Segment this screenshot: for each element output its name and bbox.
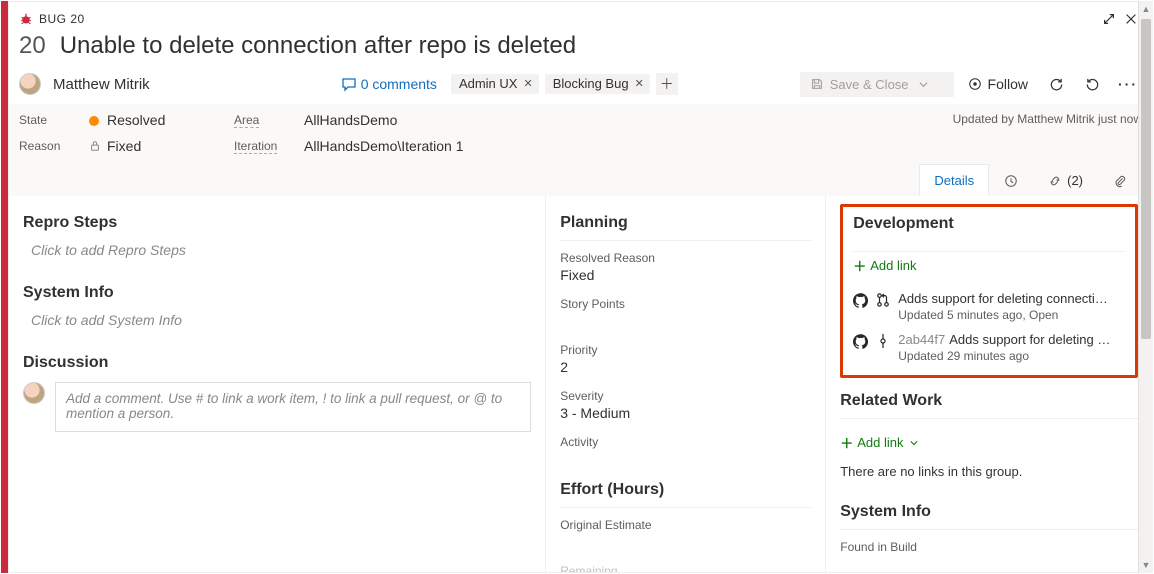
right-column: Development ＋Add link Adds support for d… xyxy=(826,196,1152,572)
commit-icon xyxy=(876,334,890,348)
work-item-id: 20 xyxy=(19,32,46,60)
development-title: Development xyxy=(853,215,1125,241)
sysinfo-right-title: System Info xyxy=(840,503,1138,530)
tag-remove-icon[interactable]: ✕ xyxy=(523,77,532,90)
dev-item-sub: Updated 29 minutes ago xyxy=(898,349,1125,363)
github-icon xyxy=(853,334,868,349)
severity-label: Severity xyxy=(560,389,811,403)
link-icon xyxy=(1048,174,1062,188)
system-info-placeholder[interactable]: Click to add System Info xyxy=(31,312,531,328)
tags: Admin UX✕ Blocking Bug✕ ＋ xyxy=(451,73,678,95)
priority-label: Priority xyxy=(560,343,811,357)
iteration-value[interactable]: AllHandsDemo\Iteration 1 xyxy=(304,138,594,154)
save-icon xyxy=(810,77,824,91)
repro-steps-placeholder[interactable]: Click to add Repro Steps xyxy=(31,242,531,258)
comments-indicator[interactable]: 0 comments xyxy=(341,76,437,92)
dev-item-title: Adds support for deleting connecti… xyxy=(898,291,1125,306)
resolved-reason-label: Resolved Reason xyxy=(560,251,811,265)
meta-row: State Resolved Reason Fixed Area AllHand… xyxy=(9,104,1152,154)
repro-steps-title: Repro Steps xyxy=(23,214,531,232)
comments-count-label: 0 comments xyxy=(361,76,437,92)
original-estimate-value[interactable] xyxy=(560,534,811,550)
comment-icon xyxy=(341,76,357,92)
related-add-link-button[interactable]: ＋Add link xyxy=(840,433,917,452)
reason-value[interactable]: Fixed xyxy=(89,138,234,154)
bug-icon xyxy=(19,12,33,26)
scroll-up-arrow[interactable]: ▲ xyxy=(1139,1,1153,17)
dev-item-pr[interactable]: Adds support for deleting connecti… Upda… xyxy=(853,291,1125,322)
discussion-input[interactable]: Add a comment. Use # to link a work item… xyxy=(55,382,531,432)
content-area: Repro Steps Click to add Repro Steps Sys… xyxy=(9,196,1152,572)
refresh-button[interactable] xyxy=(1042,70,1070,98)
scroll-thumb[interactable] xyxy=(1141,19,1151,339)
no-links-text: There are no links in this group. xyxy=(840,464,1138,479)
vertical-scrollbar[interactable]: ▲ ▼ xyxy=(1138,1,1153,573)
tab-details[interactable]: Details xyxy=(919,164,989,196)
state-dot-icon xyxy=(89,116,99,126)
follow-button[interactable]: Follow xyxy=(968,76,1028,92)
reason-label: Reason xyxy=(19,139,89,153)
middle-column: Planning Resolved Reason Fixed Story Poi… xyxy=(546,196,826,572)
activity-label: Activity xyxy=(560,435,811,449)
left-column: Repro Steps Click to add Repro Steps Sys… xyxy=(9,196,546,572)
effort-title: Effort (Hours) xyxy=(560,481,811,508)
add-tag-button[interactable]: ＋ xyxy=(656,73,678,95)
dev-item-title: 2ab44f7Adds support for deleting … xyxy=(898,332,1125,347)
save-close-button[interactable]: Save & Close xyxy=(800,72,954,97)
header-row: BUG 20 xyxy=(9,2,1152,32)
priority-value[interactable]: 2 xyxy=(560,359,811,375)
assignee-name[interactable]: Matthew Mitrik xyxy=(53,76,150,93)
story-points-value[interactable] xyxy=(560,313,811,329)
resolved-reason-value[interactable]: Fixed xyxy=(560,267,811,283)
scroll-down-arrow[interactable]: ▼ xyxy=(1139,557,1153,573)
dev-item-commit[interactable]: 2ab44f7Adds support for deleting … Updat… xyxy=(853,332,1125,363)
chevron-down-icon xyxy=(910,439,918,447)
work-item-type-label: BUG 20 xyxy=(39,12,85,26)
severity-value[interactable]: 3 - Medium xyxy=(560,405,811,421)
revert-button[interactable] xyxy=(1078,70,1106,98)
story-points-label: Story Points xyxy=(560,297,811,311)
pull-request-icon xyxy=(876,293,890,307)
tab-history[interactable] xyxy=(989,164,1033,196)
assignee-avatar[interactable] xyxy=(19,73,41,95)
system-info-title: System Info xyxy=(23,284,531,302)
current-user-avatar xyxy=(23,382,45,404)
dev-add-link-button[interactable]: ＋Add link xyxy=(853,256,916,275)
iteration-label: Iteration xyxy=(234,139,277,154)
area-label: Area xyxy=(234,113,259,128)
work-item-color-bar xyxy=(1,1,8,573)
remaining-label: Remaining xyxy=(560,564,811,572)
tag-remove-icon[interactable]: ✕ xyxy=(635,77,644,90)
state-label: State xyxy=(19,113,89,127)
history-icon xyxy=(1004,174,1018,188)
dev-item-sub: Updated 5 minutes ago, Open xyxy=(898,308,1125,322)
tab-links[interactable]: (2) xyxy=(1033,164,1098,196)
maximize-button[interactable] xyxy=(1098,8,1120,30)
found-in-build-value[interactable] xyxy=(840,556,1138,572)
lock-icon xyxy=(89,140,101,152)
area-value[interactable]: AllHandsDemo xyxy=(304,112,594,128)
discussion-title: Discussion xyxy=(23,354,531,372)
activity-value[interactable] xyxy=(560,451,811,467)
tab-attachments[interactable] xyxy=(1098,164,1142,196)
related-work-title: Related Work xyxy=(840,392,1138,419)
found-in-build-label: Found in Build xyxy=(840,540,1138,554)
tag-admin-ux[interactable]: Admin UX✕ xyxy=(451,74,539,94)
toolbar: Matthew Mitrik 0 comments Admin UX✕ Bloc… xyxy=(9,66,1152,104)
work-item-title[interactable]: Unable to delete connection after repo i… xyxy=(60,32,576,60)
title-row: 20 Unable to delete connection after rep… xyxy=(9,32,1152,66)
chevron-down-icon xyxy=(919,80,928,89)
original-estimate-label: Original Estimate xyxy=(560,518,811,532)
updated-text: Updated by Matthew Mitrik just now xyxy=(953,112,1142,126)
tag-blocking-bug[interactable]: Blocking Bug✕ xyxy=(545,74,650,94)
planning-title: Planning xyxy=(560,214,811,241)
work-item-panel: BUG 20 20 Unable to delete connection af… xyxy=(8,1,1153,573)
state-value[interactable]: Resolved xyxy=(89,112,234,128)
attachment-icon xyxy=(1113,174,1127,188)
github-icon xyxy=(853,293,868,308)
main-tabs: Details (2) xyxy=(9,154,1152,196)
development-section: Development ＋Add link Adds support for d… xyxy=(840,204,1138,378)
watch-icon xyxy=(968,77,982,91)
